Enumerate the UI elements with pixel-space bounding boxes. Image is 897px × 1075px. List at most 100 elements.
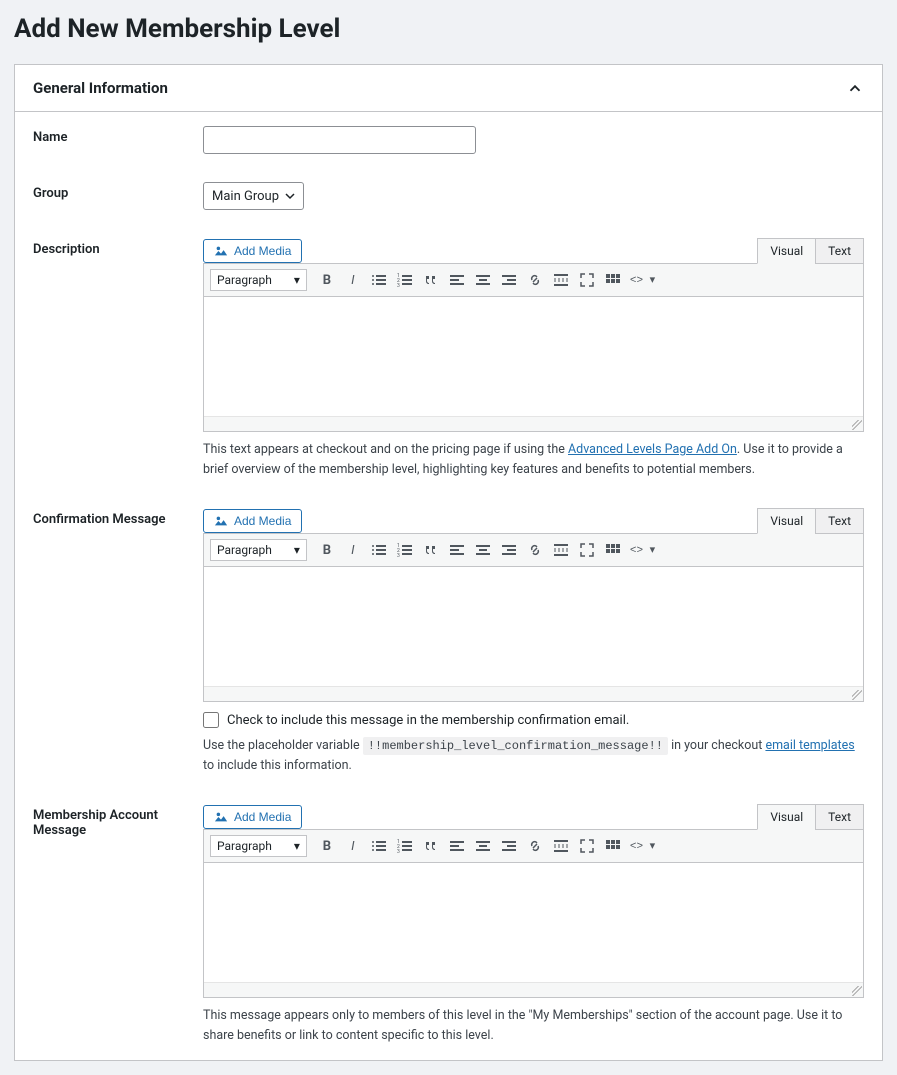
resize-handle[interactable]: [204, 983, 863, 997]
align-center-button[interactable]: [471, 538, 495, 562]
tab-visual[interactable]: Visual: [757, 508, 816, 534]
confirmation-textarea[interactable]: [204, 567, 863, 687]
paragraph-select[interactable]: Paragraph ▾: [210, 835, 307, 857]
confirmation-email-checkbox-row: Check to include this message in the mem…: [203, 712, 864, 728]
account-message-editor: Paragraph ▾ B I 123: [203, 829, 864, 998]
align-center-button[interactable]: [471, 834, 495, 858]
description-editor: Paragraph ▾ B I 123: [203, 263, 864, 432]
paragraph-select[interactable]: Paragraph ▾: [210, 539, 307, 561]
bold-button[interactable]: B: [315, 538, 339, 562]
fullscreen-button[interactable]: [575, 268, 599, 292]
dropdown-icon: ▾: [294, 543, 300, 557]
group-select[interactable]: Main Group: [203, 182, 304, 210]
add-media-label: Add Media: [234, 514, 291, 528]
code-button[interactable]: <> ▾: [627, 268, 658, 292]
italic-button[interactable]: I: [341, 834, 365, 858]
description-field: Add Media Visual Text Paragraph ▾ B: [203, 238, 864, 480]
bullet-list-button[interactable]: [367, 538, 391, 562]
link-button[interactable]: [523, 834, 547, 858]
align-right-button[interactable]: [497, 834, 521, 858]
code-button[interactable]: <> ▾: [627, 834, 658, 858]
group-label: Group: [33, 182, 203, 201]
paragraph-label: Paragraph: [217, 839, 272, 853]
align-left-button[interactable]: [445, 538, 469, 562]
account-message-row: Membership Account Message Add Media Vis…: [33, 804, 864, 1046]
placeholder-code: !!membership_level_confirmation_message!…: [363, 737, 668, 755]
editor-tabs: Visual Text: [758, 804, 864, 830]
add-media-button[interactable]: Add Media: [203, 805, 302, 829]
editor-tabs: Visual Text: [758, 508, 864, 534]
tab-visual[interactable]: Visual: [757, 238, 816, 264]
account-message-label: Membership Account Message: [33, 804, 203, 838]
align-right-button[interactable]: [497, 268, 521, 292]
readmore-button[interactable]: [549, 834, 573, 858]
confirmation-editor: Paragraph ▾ B I 123: [203, 533, 864, 702]
dropdown-icon: ▾: [294, 839, 300, 853]
align-center-button[interactable]: [471, 268, 495, 292]
link-button[interactable]: [523, 268, 547, 292]
confirmation-email-checkbox[interactable]: [203, 712, 219, 728]
align-left-button[interactable]: [445, 834, 469, 858]
tab-visual[interactable]: Visual: [757, 804, 816, 830]
account-message-field: Add Media Visual Text Paragraph ▾ B: [203, 804, 864, 1046]
align-right-button[interactable]: [497, 538, 521, 562]
readmore-button[interactable]: [549, 538, 573, 562]
media-icon: [214, 514, 228, 528]
toolbar-toggle-button[interactable]: [601, 834, 625, 858]
editor-toolbar: Paragraph ▾ B I 123: [204, 264, 863, 297]
panel-title: General Information: [33, 79, 168, 97]
add-media-button[interactable]: Add Media: [203, 239, 302, 263]
panel-header[interactable]: General Information: [15, 65, 882, 112]
panel-body: Name Group Main Group Description: [15, 112, 882, 1060]
chevron-down-icon: [285, 191, 295, 201]
align-left-button[interactable]: [445, 268, 469, 292]
italic-button[interactable]: I: [341, 268, 365, 292]
email-templates-link[interactable]: email templates: [765, 738, 854, 753]
description-textarea[interactable]: [204, 297, 863, 417]
bold-button[interactable]: B: [315, 268, 339, 292]
bold-button[interactable]: B: [315, 834, 339, 858]
tab-text[interactable]: Text: [815, 238, 864, 264]
chevron-up-icon: [846, 79, 864, 97]
tab-text[interactable]: Text: [815, 804, 864, 830]
fullscreen-button[interactable]: [575, 834, 599, 858]
toolbar-toggle-button[interactable]: [601, 268, 625, 292]
quote-button[interactable]: [419, 268, 443, 292]
quote-button[interactable]: [419, 538, 443, 562]
code-button[interactable]: <> ▾: [627, 538, 658, 562]
account-message-help: This message appears only to members of …: [203, 1006, 864, 1046]
numbered-list-button[interactable]: 123: [393, 834, 417, 858]
advanced-levels-link[interactable]: Advanced Levels Page Add On: [568, 442, 737, 457]
resize-handle[interactable]: [204, 687, 863, 701]
numbered-list-button[interactable]: 123: [393, 538, 417, 562]
toolbar-toggle-button[interactable]: [601, 538, 625, 562]
fullscreen-button[interactable]: [575, 538, 599, 562]
bullet-list-button[interactable]: [367, 834, 391, 858]
svg-text:3: 3: [397, 553, 400, 558]
editor-toolbar: Paragraph ▾ B I 123: [204, 534, 863, 567]
add-media-button[interactable]: Add Media: [203, 509, 302, 533]
numbered-list-button[interactable]: 123: [393, 268, 417, 292]
name-input[interactable]: [203, 126, 476, 154]
bullet-list-button[interactable]: [367, 268, 391, 292]
account-message-textarea[interactable]: [204, 863, 863, 983]
tab-text[interactable]: Text: [815, 508, 864, 534]
description-row: Description Add Media Visual Text P: [33, 238, 864, 480]
help-text: Use the placeholder variable: [203, 738, 363, 753]
svg-text:3: 3: [397, 849, 400, 854]
description-help: This text appears at checkout and on the…: [203, 440, 864, 480]
resize-handle[interactable]: [204, 417, 863, 431]
confirmation-label: Confirmation Message: [33, 508, 203, 527]
italic-button[interactable]: I: [341, 538, 365, 562]
readmore-button[interactable]: [549, 268, 573, 292]
quote-button[interactable]: [419, 834, 443, 858]
name-row: Name: [33, 126, 864, 154]
general-info-panel: General Information Name Group Main Grou…: [14, 64, 883, 1061]
paragraph-select[interactable]: Paragraph ▾: [210, 269, 307, 291]
media-icon: [214, 244, 228, 258]
add-media-label: Add Media: [234, 810, 291, 824]
link-button[interactable]: [523, 538, 547, 562]
confirmation-row: Confirmation Message Add Media Visual Te…: [33, 508, 864, 776]
confirmation-help: Use the placeholder variable !!membershi…: [203, 736, 864, 776]
help-text: to include this information.: [203, 758, 352, 773]
